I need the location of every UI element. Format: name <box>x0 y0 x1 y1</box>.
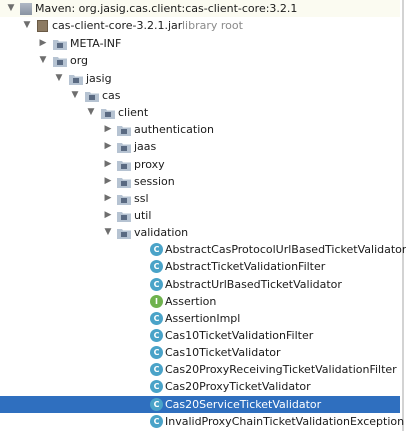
tree-node-package[interactable]: ▶ session <box>0 173 400 190</box>
tree-node-label: Cas20ServiceTicketValidator <box>165 398 322 411</box>
tree-node-package[interactable]: ▶ authentication <box>0 121 400 138</box>
folder-icon <box>117 229 131 239</box>
folder-icon <box>117 143 131 153</box>
tree-node-package-validation[interactable]: ▼ validation <box>0 224 400 241</box>
expand-arrow-icon[interactable]: ▼ <box>103 224 113 241</box>
tree-node-label: Cas10TicketValidationFilter <box>165 329 314 342</box>
folder-icon <box>117 212 131 222</box>
folder-icon <box>53 40 67 50</box>
tree-node-label: validation <box>134 226 189 239</box>
tree-node-package[interactable]: ▶ util <box>0 207 400 224</box>
tree-node-label: META-INF <box>70 37 122 50</box>
project-tree: ▼ Maven: org.jasig.cas.client:cas-client… <box>0 0 406 431</box>
tree-node-class[interactable]: C Cas10TicketValidator <box>0 344 400 361</box>
folder-icon <box>53 57 67 67</box>
collapse-arrow-icon[interactable]: ▶ <box>103 138 113 155</box>
expand-arrow-icon[interactable]: ▼ <box>54 70 64 87</box>
tree-node-class[interactable]: C Cas20ProxyTicketValidator <box>0 378 400 395</box>
class-icon: C <box>150 346 163 359</box>
tree-node-label: cas <box>102 89 121 102</box>
tree-node-label: Cas20ProxyReceivingTicketValidationFilte… <box>165 363 397 376</box>
tree-node-label: ssl <box>134 192 149 205</box>
tree-node-label: AbstractTicketValidationFilter <box>165 260 326 273</box>
tree-node-label: Cas10TicketValidator <box>165 346 281 359</box>
class-icon: C <box>150 363 163 376</box>
class-icon: C <box>150 415 163 428</box>
interface-icon: I <box>150 295 163 308</box>
tree-node-label: client <box>118 106 149 119</box>
tree-node-label: jaas <box>134 140 157 153</box>
tree-node-label: InvalidProxyChainTicketValidationExcepti… <box>165 415 405 428</box>
expand-arrow-icon[interactable]: ▼ <box>38 52 48 69</box>
tree-node-label: org <box>70 54 89 67</box>
class-icon: C <box>150 380 163 393</box>
expand-arrow-icon[interactable]: ▼ <box>22 17 32 34</box>
library-icon <box>20 3 32 15</box>
tree-node-client[interactable]: ▼ client <box>0 104 400 121</box>
tree-node-class[interactable]: C Cas10TicketValidationFilter <box>0 327 400 344</box>
folder-icon <box>117 178 131 188</box>
collapse-arrow-icon[interactable]: ▶ <box>103 121 113 138</box>
class-icon: C <box>150 260 163 273</box>
collapse-arrow-icon[interactable]: ▶ <box>103 190 113 207</box>
folder-icon <box>117 161 131 171</box>
tree-node-label: AbstractCasProtocolUrlBasedTicketValidat… <box>165 243 406 256</box>
tree-node-cas[interactable]: ▼ cas <box>0 87 400 104</box>
tree-node-label: util <box>134 209 152 222</box>
tree-node-label: AbstractUrlBasedTicketValidator <box>165 278 342 291</box>
library-root-suffix: library root <box>182 19 243 32</box>
tree-node-label: jasig <box>86 72 112 85</box>
tree-node-package[interactable]: ▶ jaas <box>0 138 400 155</box>
tree-node-label: Assertion <box>165 295 217 308</box>
expand-arrow-icon[interactable]: ▼ <box>70 87 80 104</box>
tree-node-class-selected[interactable]: C Cas20ServiceTicketValidator <box>0 396 400 413</box>
tree-node-jasig[interactable]: ▼ jasig <box>0 70 400 87</box>
folder-icon <box>117 126 131 136</box>
folder-icon <box>69 75 83 85</box>
class-icon: C <box>150 278 163 291</box>
tree-node-label: cas-client-core-3.2.1.jar <box>52 19 183 32</box>
tree-right-border <box>402 0 404 431</box>
tree-node-package[interactable]: ▶ ssl <box>0 190 400 207</box>
class-icon: C <box>150 312 163 325</box>
jar-icon <box>37 20 48 32</box>
tree-node-class[interactable]: C AssertionImpl <box>0 310 400 327</box>
tree-node-jar[interactable]: ▼ cas-client-core-3.2.1.jar library root <box>0 17 400 34</box>
tree-node-label: AssertionImpl <box>165 312 241 325</box>
tree-node-class[interactable]: C AbstractTicketValidationFilter <box>0 258 400 275</box>
tree-node-class[interactable]: C InvalidProxyChainTicketValidationExcep… <box>0 413 404 430</box>
tree-node-class[interactable]: C AbstractUrlBasedTicketValidator <box>0 276 400 293</box>
tree-node-meta-inf[interactable]: ▶ META-INF <box>0 35 400 52</box>
tree-node-label: Cas20ProxyTicketValidator <box>165 380 311 393</box>
tree-node-interface[interactable]: I Assertion <box>0 293 400 310</box>
folder-icon <box>85 92 99 102</box>
class-icon: C <box>150 398 163 411</box>
expand-arrow-icon[interactable]: ▼ <box>6 0 16 17</box>
class-icon: C <box>150 329 163 342</box>
folder-icon <box>117 195 131 205</box>
class-icon: C <box>150 243 163 256</box>
folder-icon <box>101 109 115 119</box>
collapse-arrow-icon[interactable]: ▶ <box>103 207 113 224</box>
tree-node-class[interactable]: C Cas20ProxyReceivingTicketValidationFil… <box>0 361 400 378</box>
tree-node-maven-library[interactable]: ▼ Maven: org.jasig.cas.client:cas-client… <box>0 0 400 17</box>
tree-node-package[interactable]: ▶ proxy <box>0 156 400 173</box>
collapse-arrow-icon[interactable]: ▶ <box>38 35 48 52</box>
tree-node-org[interactable]: ▼ org <box>0 52 400 69</box>
tree-node-label: session <box>134 175 175 188</box>
collapse-arrow-icon[interactable]: ▶ <box>103 156 113 173</box>
tree-node-label: Maven: org.jasig.cas.client:cas-client-c… <box>35 2 298 15</box>
tree-node-label: authentication <box>134 123 214 136</box>
expand-arrow-icon[interactable]: ▼ <box>86 104 96 121</box>
tree-node-label: proxy <box>134 158 165 171</box>
tree-node-class[interactable]: C AbstractCasProtocolUrlBasedTicketValid… <box>0 241 406 258</box>
collapse-arrow-icon[interactable]: ▶ <box>103 173 113 190</box>
